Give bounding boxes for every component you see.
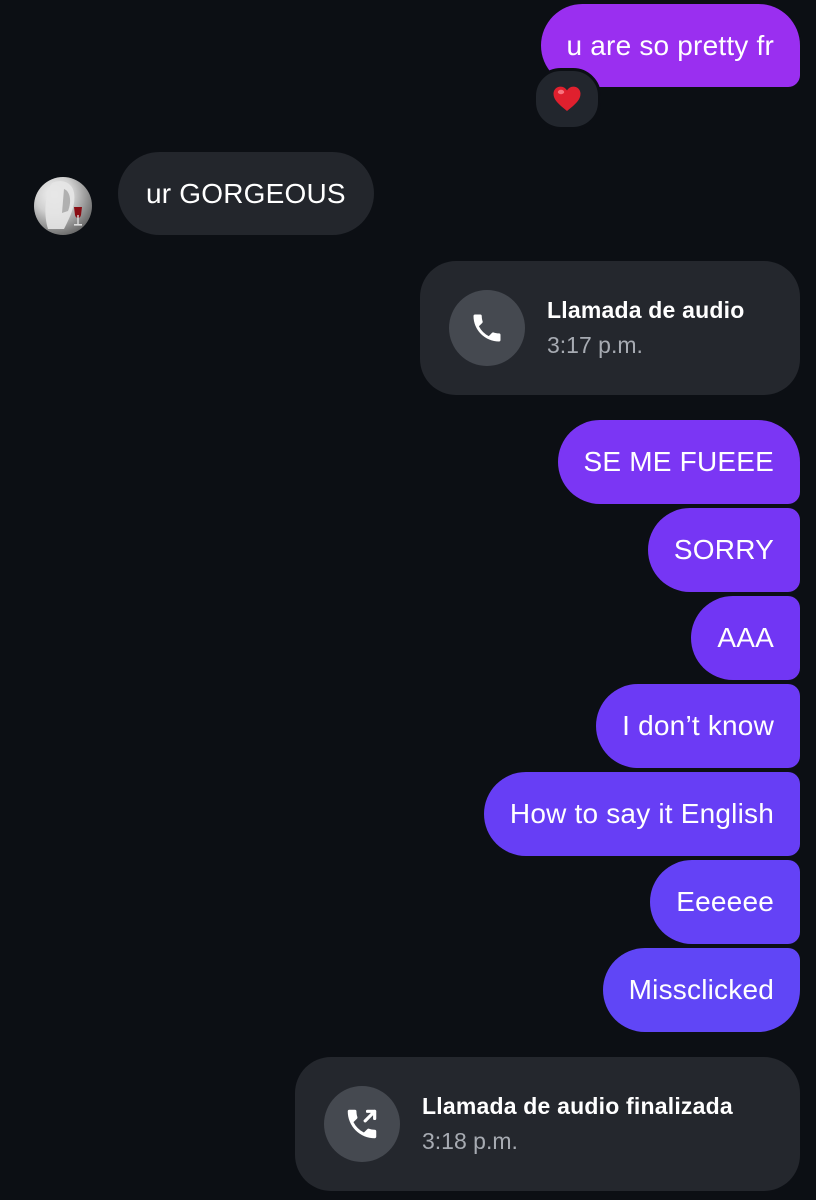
call-time: 3:18 p.m. bbox=[422, 1128, 518, 1154]
message-text: SE ME FUEEE bbox=[583, 446, 774, 477]
avatar-image bbox=[45, 181, 82, 229]
sent-message[interactable]: I don’t know bbox=[596, 684, 800, 768]
call-icon-button[interactable] bbox=[324, 1086, 400, 1162]
message-text: SORRY bbox=[673, 534, 774, 565]
contact-avatar[interactable] bbox=[34, 177, 92, 235]
phone-icon bbox=[473, 314, 501, 342]
chat-screen: { "thread": { "sent_first": { "text": "u… bbox=[0, 0, 816, 1200]
phone-outgoing-icon bbox=[347, 1109, 377, 1139]
message-text: Missclicked bbox=[628, 974, 774, 1005]
sent-message[interactable]: SE ME FUEEE bbox=[557, 420, 800, 504]
sent-message[interactable]: AAA bbox=[691, 596, 800, 680]
sent-message[interactable]: SORRY bbox=[647, 508, 800, 592]
message-text: Eeeeee bbox=[676, 886, 774, 917]
heart-icon bbox=[553, 86, 581, 111]
call-icon-button[interactable] bbox=[449, 290, 525, 366]
message-text: ur GORGEOUS bbox=[146, 177, 346, 209]
sent-message[interactable]: How to say it English bbox=[483, 772, 800, 856]
message-text: I don’t know bbox=[622, 710, 774, 741]
sent-message[interactable]: Eeeeee bbox=[650, 860, 800, 944]
call-title: Llamada de audio bbox=[547, 297, 745, 323]
message-text: AAA bbox=[717, 622, 774, 653]
sent-message[interactable]: Missclicked bbox=[602, 948, 800, 1032]
message-text: How to say it English bbox=[509, 798, 774, 829]
call-time: 3:17 p.m. bbox=[547, 332, 643, 358]
message-text: u are so pretty fr bbox=[566, 29, 774, 61]
call-title: Llamada de audio finalizada bbox=[422, 1093, 733, 1119]
ended-call-card[interactable]: Llamada de audio finalizada 3:18 p.m. bbox=[295, 1057, 800, 1191]
audio-call-card[interactable]: Llamada de audio 3:17 p.m. bbox=[420, 261, 800, 395]
heart-reaction[interactable] bbox=[533, 68, 601, 130]
received-message[interactable]: ur GORGEOUS bbox=[118, 152, 374, 235]
